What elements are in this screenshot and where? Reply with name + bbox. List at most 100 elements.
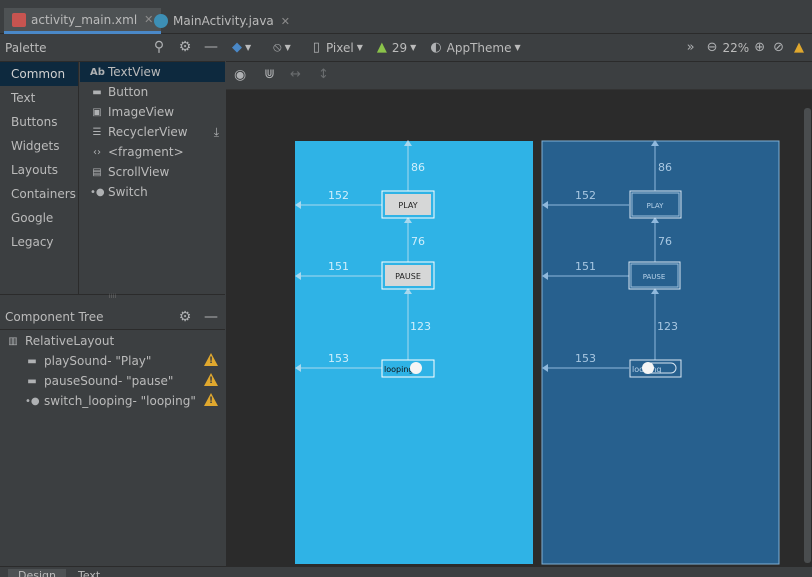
- vertical-scrollbar[interactable]: [804, 108, 811, 563]
- palette-item-label: Button: [108, 85, 149, 99]
- dim-label: 151: [328, 260, 349, 273]
- tab-main-activity[interactable]: MainActivity.java ✕: [146, 8, 298, 34]
- eye-icon[interactable]: ◉: [234, 67, 246, 83]
- warning-icon: ▲: [794, 40, 804, 55]
- device-dropdown[interactable]: ▯ Pixel ▼: [313, 40, 363, 55]
- device-label: Pixel: [325, 40, 354, 55]
- vertical-expand-icon[interactable]: ↕: [318, 67, 329, 82]
- button-icon: ▬: [92, 86, 102, 98]
- list-icon: ☰: [92, 126, 102, 138]
- zoom-in-button[interactable]: ⊕: [754, 40, 765, 55]
- component-tree: ▥ RelativeLayout ▬ playSound - "Play" ! …: [0, 331, 225, 411]
- tree-node-pausesound[interactable]: ▬ pauseSound - "pause" !: [0, 371, 225, 391]
- search-icon[interactable]: ⚲: [151, 39, 167, 55]
- dim-label: 86: [411, 161, 425, 174]
- tree-node-id: pauseSound: [44, 374, 118, 388]
- tree-node-relativelayout[interactable]: ▥ RelativeLayout: [0, 331, 225, 351]
- tree-node-switch-looping[interactable]: •● switch_looping - "looping" !: [0, 391, 225, 411]
- category-common[interactable]: Common: [0, 62, 78, 86]
- design-surface-dropdown[interactable]: ◆ ▼: [232, 40, 251, 55]
- zoom-fit-button[interactable]: ⊘: [773, 40, 784, 55]
- palette-item-label: <fragment>: [108, 145, 184, 159]
- tree-node-playsound[interactable]: ▬ playSound - "Play" !: [0, 351, 225, 371]
- blueprint-play-label: PLAY: [647, 202, 665, 210]
- dim-label: 153: [575, 352, 596, 365]
- category-text[interactable]: Text: [0, 86, 78, 110]
- palette-item-imageview[interactable]: ▣ ImageView: [80, 102, 225, 122]
- zoom-level: 22%: [722, 40, 750, 55]
- palette-item-switch[interactable]: •● Switch: [80, 182, 225, 202]
- rotate-icon: ⦸: [273, 40, 282, 55]
- minimize-icon[interactable]: —: [203, 309, 219, 325]
- dim-label: 152: [328, 189, 349, 202]
- magnet-icon[interactable]: ⋓: [264, 67, 275, 82]
- pause-button-label: PAUSE: [395, 272, 421, 281]
- palette-item-textview[interactable]: Ab TextView: [80, 62, 225, 82]
- zoom-out-button[interactable]: ⊖: [707, 40, 718, 55]
- gear-icon[interactable]: ⚙: [177, 309, 193, 325]
- dim-label: 152: [575, 189, 596, 202]
- category-containers[interactable]: Containers: [0, 182, 78, 206]
- switch-icon: •●: [90, 186, 105, 198]
- component-tree-title: Component Tree: [5, 309, 104, 324]
- design-view: 86 76 123 152 151 153 PLAY PAUSE looping: [295, 140, 533, 564]
- switch-thumb[interactable]: [410, 362, 422, 374]
- api-dropdown[interactable]: ▲ 29 ▼: [377, 40, 416, 55]
- warnings-button[interactable]: ▲: [794, 40, 804, 55]
- tab-text[interactable]: Text: [68, 569, 110, 577]
- blueprint-view: 86 76 123 152 151 153 PLAY PAUSE: [541, 140, 780, 565]
- warning-icon[interactable]: !: [204, 373, 218, 386]
- warning-icon[interactable]: !: [204, 393, 218, 406]
- canvas-drawing: 86 76 123 152 151 153 PLAY PAUSE looping…: [295, 140, 780, 565]
- warning-icon[interactable]: !: [204, 353, 218, 366]
- download-icon[interactable]: ⤓: [214, 125, 219, 140]
- zoom-in-icon: ⊕: [754, 40, 766, 55]
- overflow-button[interactable]: »: [687, 40, 695, 55]
- palette-item-label: RecyclerView: [108, 125, 188, 139]
- gear-icon[interactable]: ⚙: [177, 39, 193, 55]
- palette-items: Ab TextView ▬ Button ▣ ImageView ☰ Recyc…: [80, 62, 225, 294]
- layout-toolbar: ◉ ⋓ ↔ ↕: [226, 62, 812, 90]
- panel-splitter[interactable]: ⁞⁞⁞⁞: [0, 294, 225, 300]
- tree-node-label: RelativeLayout: [25, 334, 115, 348]
- layout-icon: ▥: [8, 335, 18, 347]
- palette-title: Palette: [5, 40, 47, 55]
- dim-label: 123: [657, 320, 678, 333]
- palette-item-fragment[interactable]: ‹› <fragment>: [80, 142, 225, 162]
- palette-item-button[interactable]: ▬ Button: [80, 82, 225, 102]
- tree-node-text: - "Play": [107, 354, 152, 368]
- category-legacy[interactable]: Legacy: [0, 230, 78, 254]
- bottom-tab-bar: Design Text: [0, 566, 812, 577]
- code-icon: ‹›: [93, 146, 101, 158]
- orientation-dropdown[interactable]: ⦸ ▼: [273, 40, 291, 55]
- horizontal-expand-icon[interactable]: ↔: [290, 67, 301, 82]
- java-class-icon: [154, 14, 168, 28]
- tab-design[interactable]: Design: [8, 569, 66, 577]
- tab-label: MainActivity.java: [173, 14, 274, 28]
- category-buttons[interactable]: Buttons: [0, 110, 78, 134]
- category-google[interactable]: Google: [0, 206, 78, 230]
- design-canvas: 86 76 123 152 151 153 PLAY PAUSE looping…: [226, 90, 812, 566]
- theme-label: AppTheme: [446, 40, 512, 55]
- category-layouts[interactable]: Layouts: [0, 158, 78, 182]
- palette-item-recyclerview[interactable]: ☰ RecyclerView ⤓: [80, 122, 225, 142]
- theme-dropdown[interactable]: ◐ AppTheme ▼: [430, 40, 520, 55]
- design-toolbar: ◆ ▼ ⦸ ▼ ▯ Pixel ▼ ▲ 29 ▼ ◐ AppTheme ▼ » ⊖ 22%…: [226, 34, 812, 62]
- tree-node-text: - "looping": [132, 394, 196, 408]
- tree-node-id: switch_looping: [44, 394, 133, 408]
- switch-icon: •●: [25, 395, 40, 407]
- close-icon[interactable]: ✕: [281, 15, 290, 28]
- phone-icon: ▯: [312, 40, 320, 55]
- palette-categories: Common Text Buttons Widgets Layouts Cont…: [0, 62, 79, 294]
- overflow-icon: »: [686, 40, 695, 55]
- palette-item-scrollview[interactable]: ▤ ScrollView: [80, 162, 225, 182]
- zoom-out-icon: ⊖: [706, 40, 718, 55]
- component-tree-header: Component Tree ⚙ —: [0, 304, 225, 330]
- button-icon: ▬: [27, 355, 37, 367]
- category-widgets[interactable]: Widgets: [0, 134, 78, 158]
- button-icon: ▬: [27, 375, 37, 387]
- tab-activity-main[interactable]: activity_main.xml ✕: [4, 8, 162, 34]
- minimize-icon[interactable]: —: [203, 39, 219, 55]
- blueprint-switch-thumb[interactable]: [642, 362, 654, 374]
- scroll-icon: ▤: [92, 166, 102, 178]
